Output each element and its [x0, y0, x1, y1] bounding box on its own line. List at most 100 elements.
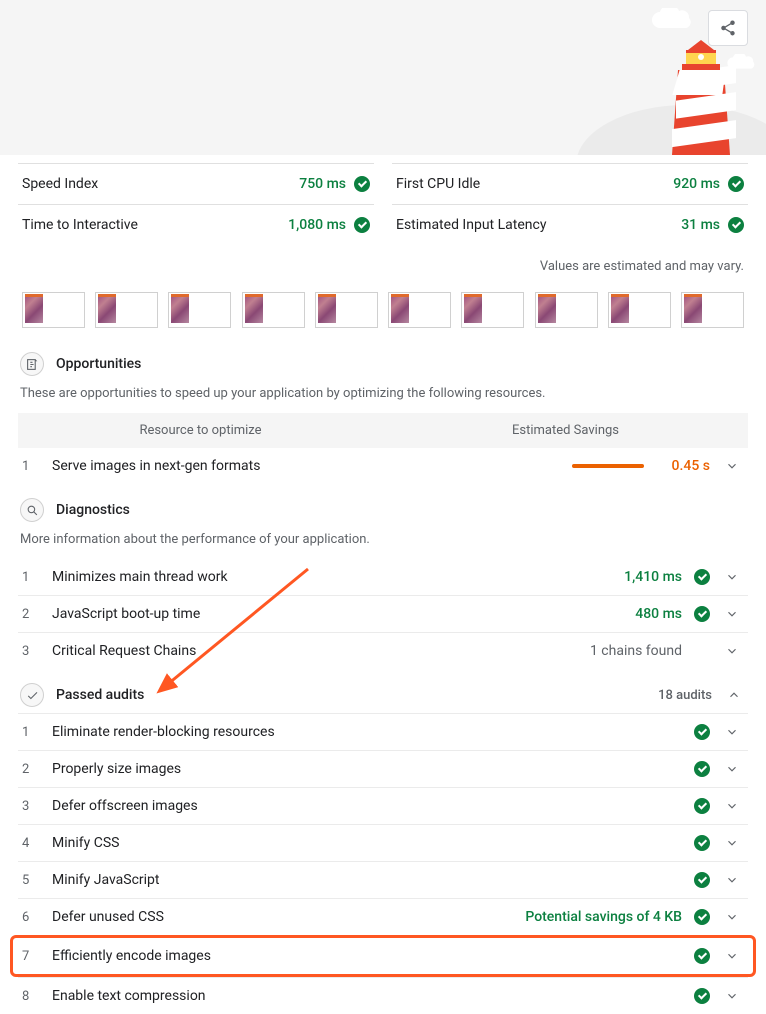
pass-icon — [694, 724, 710, 740]
cloud-icon — [650, 8, 696, 32]
diagnostic-title: Minimizes main thread work — [52, 569, 614, 585]
passed-audit-row[interactable]: 7 Efficiently encode images — [18, 938, 748, 974]
filmstrip-thumb — [388, 292, 451, 328]
row-number: 2 — [22, 607, 42, 622]
pass-icon — [728, 176, 744, 192]
expand-chevron-icon[interactable] — [720, 607, 744, 621]
metric-name: Time to Interactive — [22, 217, 138, 233]
audit-title: Enable text compression — [52, 988, 684, 1004]
pass-icon — [694, 988, 710, 1004]
pass-icon — [694, 606, 710, 622]
metric-tti: Time to Interactive 1,080 ms — [18, 204, 374, 245]
section-title: Passed audits — [56, 687, 144, 703]
passed-audit-row[interactable]: 8 Enable text compression — [18, 977, 748, 1014]
filmstrip-thumb — [608, 292, 671, 328]
pass-icon — [354, 217, 370, 233]
row-number: 7 — [22, 949, 42, 964]
row-number: 3 — [22, 644, 42, 659]
expand-chevron-icon[interactable] — [720, 570, 744, 584]
audit-value: Potential savings of 4 KB — [525, 909, 682, 925]
expand-chevron-icon[interactable] — [720, 949, 744, 963]
row-number: 8 — [22, 989, 42, 1004]
metric-name: First CPU Idle — [396, 176, 480, 192]
audit-title: Defer offscreen images — [52, 798, 684, 814]
section-opportunities-desc: These are opportunities to speed up your… — [18, 382, 748, 413]
expand-chevron-icon[interactable] — [720, 762, 744, 776]
passed-audit-row[interactable]: 4 Minify CSS — [18, 824, 748, 861]
expand-chevron-icon[interactable] — [720, 989, 744, 1003]
pass-icon — [694, 948, 710, 964]
section-passed-header[interactable]: Passed audits 18 audits — [18, 669, 748, 713]
lighthouse-icon — [666, 40, 736, 155]
pass-icon — [694, 569, 710, 585]
metric-value: 1,080 ms — [288, 217, 346, 233]
pass-icon — [694, 872, 710, 888]
section-diagnostics-header: Diagnostics — [18, 484, 748, 528]
col-savings: Estimated Savings — [383, 423, 748, 438]
audits-count: 18 audits — [658, 688, 712, 703]
pass-icon — [354, 176, 370, 192]
row-number: 1 — [22, 570, 42, 585]
expand-chevron-icon[interactable] — [720, 799, 744, 813]
row-number: 1 — [22, 459, 42, 474]
filmstrip-thumb — [22, 292, 85, 328]
metric-value: 920 ms — [673, 176, 720, 192]
metric-value: 750 ms — [299, 176, 346, 192]
opportunity-row[interactable]: 1 Serve images in next-gen formats 0.45 … — [18, 448, 748, 484]
filmstrip-thumb — [535, 292, 598, 328]
diagnostic-title: Critical Request Chains — [52, 643, 580, 659]
section-opportunities-header: Opportunities — [18, 338, 748, 382]
expand-chevron-icon[interactable] — [720, 910, 744, 924]
opportunities-columns: Resource to optimize Estimated Savings — [18, 413, 748, 448]
expand-chevron-icon[interactable] — [720, 644, 744, 658]
row-number: 2 — [22, 762, 42, 777]
section-diagnostics-desc: More information about the performance o… — [18, 528, 748, 559]
pass-icon — [694, 909, 710, 925]
opportunity-title: Serve images in next-gen formats — [52, 458, 562, 474]
pass-icon — [694, 761, 710, 777]
expand-chevron-icon[interactable] — [720, 459, 744, 473]
diagnostic-value: 1 chains found — [590, 643, 682, 659]
diagnostic-title: JavaScript boot-up time — [52, 606, 625, 622]
expand-chevron-icon[interactable] — [720, 725, 744, 739]
share-icon — [719, 19, 737, 37]
audit-title: Defer unused CSS — [52, 909, 515, 925]
pass-icon — [694, 835, 710, 851]
audit-title: Eliminate render-blocking resources — [52, 724, 684, 740]
filmstrip-thumb — [315, 292, 378, 328]
highlight-annotation: 7 Efficiently encode images — [10, 935, 756, 977]
opportunities-icon — [20, 352, 44, 376]
pass-icon — [728, 217, 744, 233]
row-number: 4 — [22, 836, 42, 851]
filmstrip-thumb — [242, 292, 305, 328]
audit-title: Properly size images — [52, 761, 684, 777]
expand-chevron-icon[interactable] — [720, 836, 744, 850]
estimate-note: Values are estimated and may vary. — [18, 245, 748, 282]
passed-audit-row[interactable]: 1Eliminate render-blocking resources — [18, 713, 748, 750]
metric-first-cpu-idle: First CPU Idle 920 ms — [392, 163, 748, 204]
passed-audit-row[interactable]: 3 Defer offscreen images — [18, 787, 748, 824]
col-resource: Resource to optimize — [18, 423, 383, 438]
diagnostics-icon — [20, 498, 44, 522]
metric-name: Estimated Input Latency — [396, 217, 546, 233]
passed-audit-row[interactable]: 2 Properly size images — [18, 750, 748, 787]
collapse-chevron-icon[interactable] — [722, 688, 746, 702]
savings-bar — [572, 464, 644, 468]
savings-value: 0.45 s — [660, 458, 710, 474]
diagnostic-row[interactable]: 1Minimizes main thread work1,410 ms — [18, 559, 748, 595]
filmstrip-thumb — [168, 292, 231, 328]
metric-value: 31 ms — [681, 217, 720, 233]
metric-speed-index: Speed Index 750 ms — [18, 163, 374, 204]
filmstrip-thumb — [681, 292, 744, 328]
audit-title: Efficiently encode images — [52, 948, 684, 964]
passed-audit-row[interactable]: 6Defer unused CSSPotential savings of 4 … — [18, 898, 748, 935]
diagnostic-row[interactable]: 3 Critical Request Chains 1 chains found — [18, 632, 748, 669]
expand-chevron-icon[interactable] — [720, 873, 744, 887]
audit-title: Minify CSS — [52, 835, 684, 851]
filmstrip-thumb — [461, 292, 524, 328]
passed-audit-row[interactable]: 5Minify JavaScript — [18, 861, 748, 898]
metric-name: Speed Index — [22, 176, 98, 192]
row-number: 5 — [22, 873, 42, 888]
row-number: 3 — [22, 799, 42, 814]
diagnostic-row[interactable]: 2JavaScript boot-up time480 ms — [18, 595, 748, 632]
